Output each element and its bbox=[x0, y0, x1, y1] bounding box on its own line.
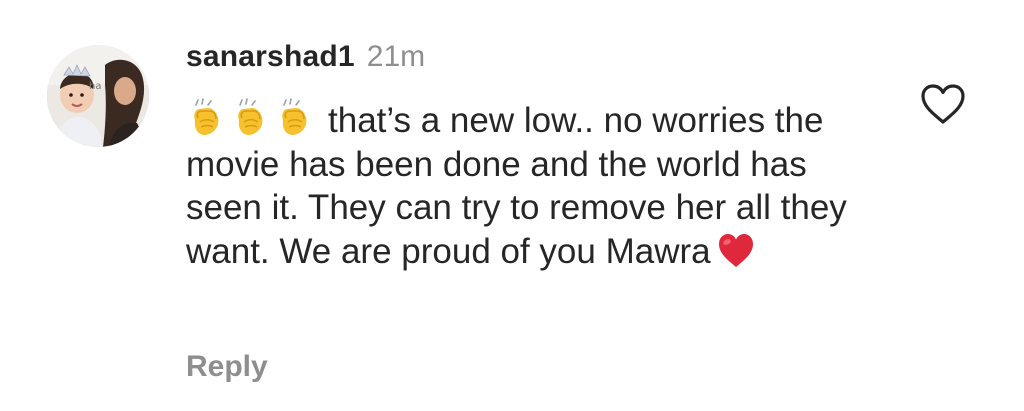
clapping-hands-icon bbox=[282, 98, 307, 135]
like-button[interactable] bbox=[920, 83, 966, 125]
heart-outline-icon bbox=[921, 84, 965, 124]
comment-body: that’s a new low.. no worries the movie … bbox=[186, 98, 866, 273]
clapping-hands-icon bbox=[194, 98, 219, 135]
comment-item: ha sanarshad1 21m that’s a new low.. no … bbox=[0, 0, 1024, 411]
emoji-group bbox=[186, 98, 314, 138]
username-link[interactable]: sanarshad1 bbox=[186, 40, 355, 74]
red-heart-icon bbox=[718, 233, 753, 267]
clapping-hands-icon bbox=[238, 98, 263, 135]
avatar[interactable]: ha bbox=[47, 45, 149, 147]
svg-text:ha: ha bbox=[89, 81, 101, 92]
avatar-photo: ha bbox=[47, 45, 149, 147]
comment-header: sanarshad1 21m bbox=[186, 40, 425, 80]
timestamp: 21m bbox=[366, 40, 426, 73]
reply-button[interactable]: Reply bbox=[186, 350, 268, 384]
